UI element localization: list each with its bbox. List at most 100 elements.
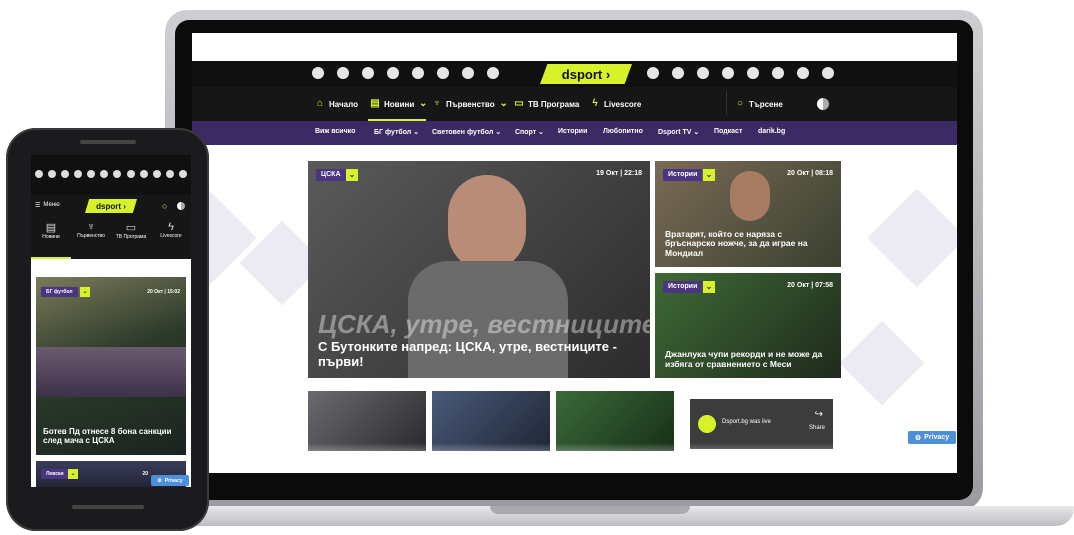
club-logo-icon[interactable] — [61, 170, 70, 178]
subnav-item[interactable]: Подкаст — [714, 128, 742, 135]
club-logo-icon[interactable] — [387, 67, 399, 79]
browser-top-area — [192, 33, 957, 61]
privacy-label: Privacy — [164, 477, 183, 484]
phone-home-indicator — [72, 505, 144, 509]
hero-title[interactable]: С Бутонките напред: ЦСКА, утре, вестници… — [318, 339, 640, 370]
nav-label: Livescore — [604, 99, 642, 109]
club-logo-icon[interactable] — [722, 67, 734, 79]
club-logo-icon[interactable] — [747, 67, 759, 79]
search-icon[interactable]: ○ — [162, 201, 167, 211]
club-logo-icon[interactable] — [772, 67, 784, 79]
club-logo-icon[interactable] — [35, 170, 43, 178]
theme-toggle-icon[interactable] — [817, 98, 829, 110]
subnav-item[interactable]: darik.bg — [758, 128, 785, 135]
nav-item-livescore[interactable]: ϟ Livescore — [590, 97, 641, 111]
tab-label: Новини — [42, 234, 60, 240]
club-logo-icon[interactable] — [437, 67, 449, 79]
category-tag[interactable]: БГ футбол — [41, 287, 78, 297]
theme-toggle-icon[interactable] — [177, 202, 185, 210]
chevron-down-icon: ⌄ — [703, 169, 715, 181]
article-thumbnail[interactable] — [432, 391, 550, 451]
share-label[interactable]: Share — [809, 425, 825, 431]
menu-button[interactable]: ☰ Меню — [35, 202, 60, 209]
club-logo-icon[interactable] — [822, 67, 834, 79]
club-logo-icon[interactable] — [462, 67, 474, 79]
tab-livescore[interactable]: ϟ Livescore — [151, 221, 191, 239]
article-card[interactable]: Истории ⌄ 20 Окт | 07:58 Джанлука чупи р… — [655, 273, 841, 378]
article-title[interactable]: Джанлука чупи рекорди и не може да избяг… — [665, 350, 831, 370]
article-title[interactable]: Ботев Пд отнесе 8 бона санкции след мача… — [43, 427, 176, 445]
subnav-item[interactable]: Спорт ⌄ — [515, 128, 544, 136]
subnav-item[interactable]: Любопитно — [603, 128, 643, 135]
category-tag[interactable]: Истории — [663, 281, 703, 293]
tv-icon: ▭ — [514, 98, 524, 109]
laptop-notch — [490, 506, 690, 514]
club-logo-icon[interactable] — [100, 170, 109, 178]
subnav-item[interactable]: Виж всичко — [315, 128, 355, 135]
subnav-item[interactable]: БГ футбол ⌄ — [374, 128, 419, 136]
club-logo-icon[interactable] — [362, 67, 374, 79]
phone-speaker — [80, 140, 136, 144]
privacy-button[interactable]: ⚙ Privacy — [151, 475, 189, 486]
nav-label: Първенство — [446, 99, 495, 109]
club-logo-icon[interactable] — [152, 170, 161, 178]
club-logo-icon[interactable] — [337, 67, 349, 79]
article-photo — [730, 171, 770, 221]
dsport-logo[interactable]: dsport › — [540, 64, 632, 84]
nav-item-championship[interactable]: ♆ Първенство ⌄ — [432, 97, 509, 111]
nav-item-news[interactable]: ▤ Новини ⌄ — [370, 97, 428, 111]
club-logo-icon[interactable] — [165, 170, 174, 178]
nav-label: Новини — [384, 99, 415, 109]
club-logo-icon[interactable] — [412, 67, 424, 79]
club-logo-icon[interactable] — [697, 67, 709, 79]
category-tag[interactable]: Истории — [663, 169, 703, 181]
tab-news[interactable]: ▤ Новини — [31, 221, 71, 240]
club-logo-icon[interactable] — [87, 170, 96, 178]
article-date: 19 Окт | 22:18 — [596, 170, 642, 177]
privacy-button[interactable]: ⚙ Privacy — [908, 431, 956, 444]
article-card[interactable]: Истории ⌄ 20 Окт | 08:18 Вратарят, който… — [655, 161, 841, 267]
brand-text: dsport — [561, 66, 603, 82]
share-icon[interactable]: ↪ — [815, 409, 823, 420]
club-logo-icon[interactable] — [797, 67, 809, 79]
article-thumbnail[interactable] — [308, 391, 426, 451]
brand-text: dsport — [96, 201, 121, 211]
club-logo-icon[interactable] — [48, 170, 57, 178]
article-date: 20 Окт | 07:58 — [787, 282, 833, 289]
subnav-item[interactable]: Истории — [558, 128, 587, 135]
club-logo-icon[interactable] — [178, 170, 187, 178]
tab-championship[interactable]: ♆ Първенство — [71, 221, 111, 239]
phone-article-card[interactable]: БГ футбол ⌄ 20 Окт | 15:02 Ботев Пд отне… — [36, 277, 186, 455]
club-logo-icon[interactable] — [672, 67, 684, 79]
tab-label: Първенство — [77, 233, 105, 239]
article-title[interactable]: Вратарят, който се наряза с бръснарско н… — [665, 229, 831, 259]
article-thumbnail[interactable] — [556, 391, 674, 451]
category-tag[interactable]: ЦСКА — [316, 169, 346, 181]
club-logo-icon[interactable] — [139, 170, 148, 178]
dsport-logo[interactable]: dsport › — [85, 199, 137, 213]
club-logo-icon[interactable] — [113, 170, 122, 178]
facebook-live-widget[interactable]: Dsport.bg was live ↪ Share — [690, 399, 833, 449]
club-logo-icon[interactable] — [312, 67, 324, 79]
hamburger-icon: ☰ — [35, 203, 41, 209]
search-button[interactable]: ○ Търсене — [735, 97, 783, 111]
subnav-item[interactable]: Dsport TV ⌄ — [658, 128, 699, 136]
search-icon: ○ — [736, 98, 744, 109]
club-logo-icon[interactable] — [126, 170, 135, 178]
home-icon: ⌂ — [316, 98, 324, 109]
chevron-down-icon: ⌄ — [419, 98, 428, 109]
nav-item-home[interactable]: ⌂ Начало — [315, 97, 358, 111]
nav-item-tv[interactable]: ▭ ТВ Програма — [514, 97, 579, 111]
subnav-item[interactable]: Световен футбол ⌄ — [432, 128, 501, 136]
club-logo-icon[interactable] — [647, 67, 659, 79]
phone-club-logos — [35, 170, 187, 180]
chevron-down-icon: ⌄ — [68, 469, 78, 479]
category-tag[interactable]: Левски — [41, 469, 69, 479]
club-logo-icon[interactable] — [74, 170, 83, 178]
tab-tv[interactable]: ▭ ТВ Програма — [111, 221, 151, 240]
club-logo-icon[interactable] — [487, 67, 499, 79]
hero-photo-face — [448, 175, 526, 271]
screen-fade — [192, 443, 957, 473]
hero-article-card[interactable]: ЦСКА ⌄ 19 Окт | 22:18 ЦСКА, утре, вестни… — [308, 161, 650, 378]
privacy-label: Privacy — [924, 434, 950, 441]
